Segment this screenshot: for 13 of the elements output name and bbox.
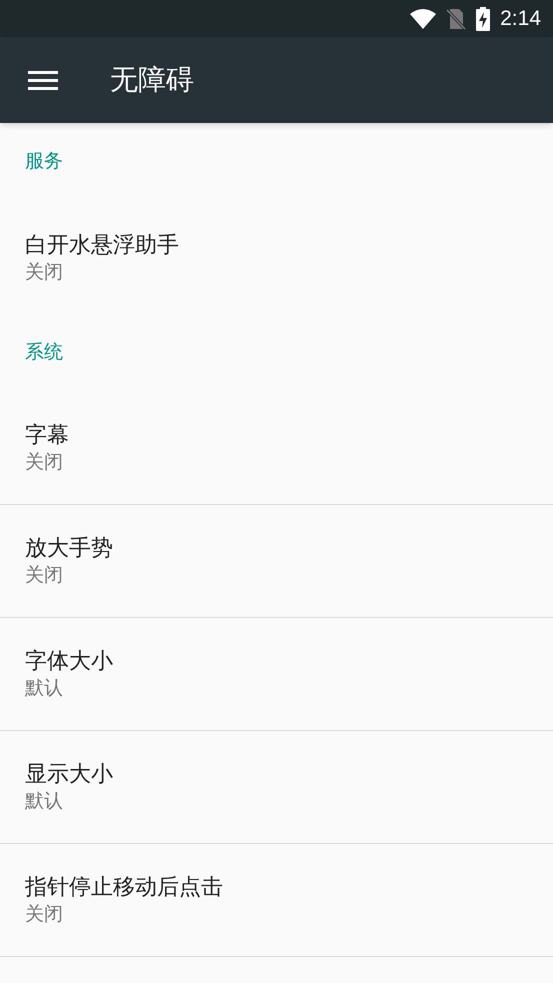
battery-charging-icon [476,6,490,30]
settings-item[interactable]: 字体大小 默认 [0,618,553,731]
settings-item[interactable]: 放大手势 关闭 [0,505,553,618]
section-header: 服务 [25,150,63,174]
screen-title: 无障碍 [110,63,194,97]
status-time: 2:14 [500,6,541,32]
settings-item[interactable]: 白开水悬浮助手 关闭 [0,201,553,314]
no-sim-icon [446,8,466,30]
settings-item[interactable]: 指针停止移动后点击 关闭 [0,844,553,957]
section-header: 系统 [25,340,63,365]
settings-item[interactable]: 字幕 关闭 [0,392,553,505]
wifi-icon [410,8,436,28]
settings-item[interactable]: 显示大小 默认 [0,731,553,844]
